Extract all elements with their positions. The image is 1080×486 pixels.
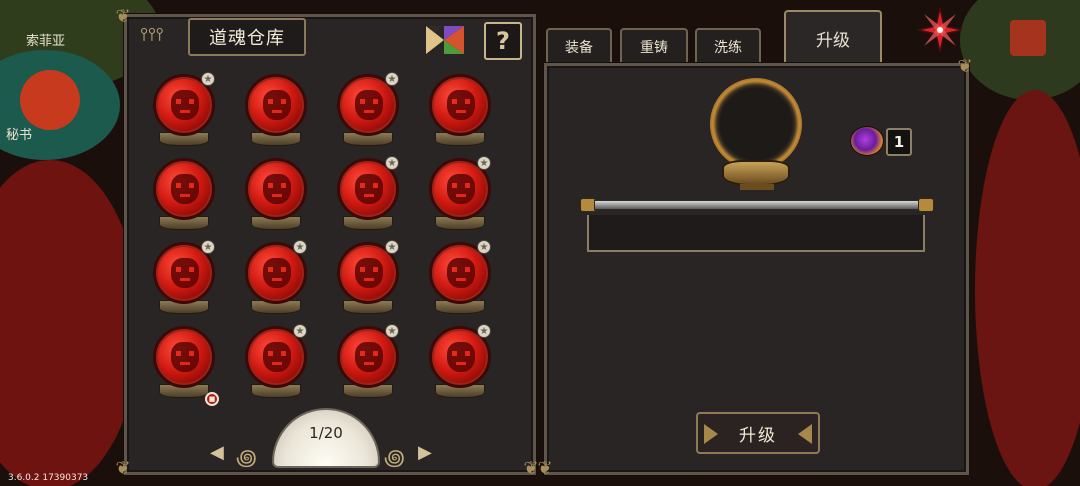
star-badge-icon: ★ bbox=[201, 72, 215, 86]
next-page-button[interactable]: ▶ bbox=[418, 442, 432, 463]
soul-face-icon bbox=[447, 174, 475, 204]
soul-face-icon bbox=[263, 174, 291, 204]
soul-face-icon bbox=[263, 90, 291, 120]
soul-face-icon bbox=[171, 174, 199, 204]
scroll-rod-body bbox=[594, 200, 920, 210]
soul-face-icon bbox=[447, 342, 475, 372]
trident-ornament-icon: ⫯⫯⫯ bbox=[140, 24, 164, 45]
soul-face-icon bbox=[447, 258, 475, 288]
star-badge-icon: ★ bbox=[477, 324, 491, 338]
tab-refine[interactable]: 洗练 bbox=[695, 28, 761, 64]
upgrade-material-icon[interactable] bbox=[850, 126, 884, 156]
mirror-stand bbox=[722, 160, 790, 186]
soul-face-icon bbox=[263, 342, 291, 372]
soul-slot[interactable]: ★ bbox=[235, 240, 317, 324]
soul-slot[interactable] bbox=[235, 72, 317, 156]
mirror-feet bbox=[740, 184, 774, 190]
soul-slot[interactable] bbox=[143, 156, 225, 240]
map-label-secretary[interactable]: 秘书 bbox=[6, 124, 32, 143]
star-badge-icon: ★ bbox=[477, 240, 491, 254]
soul-slot[interactable]: ★ bbox=[419, 240, 501, 324]
material-count: 1 bbox=[886, 128, 912, 156]
soul-slot[interactable]: ★ bbox=[419, 156, 501, 240]
soul-orb-icon bbox=[245, 158, 307, 220]
soul-face-icon bbox=[355, 174, 383, 204]
upgrade-button[interactable]: 升级 bbox=[696, 412, 820, 454]
equipment-mirror-slot[interactable] bbox=[710, 78, 802, 170]
soul-slot[interactable]: ★ bbox=[143, 240, 225, 324]
soul-orb-icon bbox=[153, 326, 215, 388]
star-badge-icon: ★ bbox=[201, 240, 215, 254]
scroll-cap-right bbox=[918, 198, 934, 212]
soul-face-icon bbox=[355, 90, 383, 120]
tangram-icon[interactable] bbox=[424, 22, 466, 58]
warehouse-title: 道魂仓库 bbox=[188, 18, 306, 56]
soul-slot[interactable]: ★ bbox=[235, 324, 317, 408]
close-icon[interactable] bbox=[914, 4, 966, 56]
star-badge-icon: ★ bbox=[477, 156, 491, 170]
soul-face-icon bbox=[355, 258, 383, 288]
scroll-rod bbox=[580, 198, 934, 212]
corner-ornament-icon: ❦ bbox=[115, 458, 131, 479]
arrow-right-icon bbox=[798, 424, 812, 444]
soul-orb-icon bbox=[429, 74, 491, 136]
soul-face-icon bbox=[355, 342, 383, 372]
soul-slot[interactable]: ■ bbox=[143, 324, 225, 408]
soul-orb-icon bbox=[245, 74, 307, 136]
soul-face-icon bbox=[171, 342, 199, 372]
cloud-ornament-icon: ꩜ bbox=[236, 446, 257, 471]
soul-slot[interactable]: ★ bbox=[327, 156, 409, 240]
cloud-ornament-icon: ꩜ bbox=[384, 446, 405, 471]
star-badge-icon: ★ bbox=[385, 156, 399, 170]
soul-face-icon bbox=[171, 258, 199, 288]
soul-face-icon bbox=[171, 90, 199, 120]
help-button[interactable]: ? bbox=[484, 22, 522, 60]
lock-badge-icon[interactable]: ■ bbox=[205, 392, 219, 406]
soul-slot[interactable] bbox=[235, 156, 317, 240]
tab-upgrade[interactable]: 升级 bbox=[784, 10, 882, 64]
soul-slot[interactable]: ★ bbox=[143, 72, 225, 156]
tab-equip[interactable]: 装备 bbox=[546, 28, 612, 64]
page-indicator: 1/20 bbox=[309, 424, 343, 442]
map-label-sophia[interactable]: 索菲亚 bbox=[26, 30, 65, 49]
prev-page-button[interactable]: ◀ bbox=[210, 442, 224, 463]
soul-slot[interactable]: ★ bbox=[327, 240, 409, 324]
soul-slot[interactable]: ★ bbox=[327, 324, 409, 408]
arrow-left-icon bbox=[704, 424, 718, 444]
soul-orb-icon bbox=[153, 158, 215, 220]
soul-slot[interactable]: ★ bbox=[419, 324, 501, 408]
soul-slot[interactable] bbox=[419, 72, 501, 156]
soul-face-icon bbox=[447, 90, 475, 120]
soul-face-icon bbox=[263, 258, 291, 288]
upgrade-button-label: 升级 bbox=[739, 425, 777, 446]
star-badge-icon: ★ bbox=[385, 240, 399, 254]
star-badge-icon: ★ bbox=[385, 324, 399, 338]
star-badge-icon: ★ bbox=[293, 324, 307, 338]
star-badge-icon: ★ bbox=[385, 72, 399, 86]
description-box bbox=[587, 215, 925, 252]
tab-recast[interactable]: 重铸 bbox=[620, 28, 688, 64]
soul-slot[interactable]: ★ bbox=[327, 72, 409, 156]
corner-ornament-icon: ❦ bbox=[115, 6, 131, 27]
corner-ornament-icon: ❦ bbox=[537, 458, 553, 479]
soul-grid: ★ ★ ★ ★ ★ ★ ★ ★ ■ ★ ★ ★ bbox=[143, 72, 515, 408]
version-label: 3.6.0.2 17390373 bbox=[8, 473, 89, 483]
star-badge-icon: ★ bbox=[293, 240, 307, 254]
corner-ornament-icon: ❦ bbox=[957, 56, 973, 77]
